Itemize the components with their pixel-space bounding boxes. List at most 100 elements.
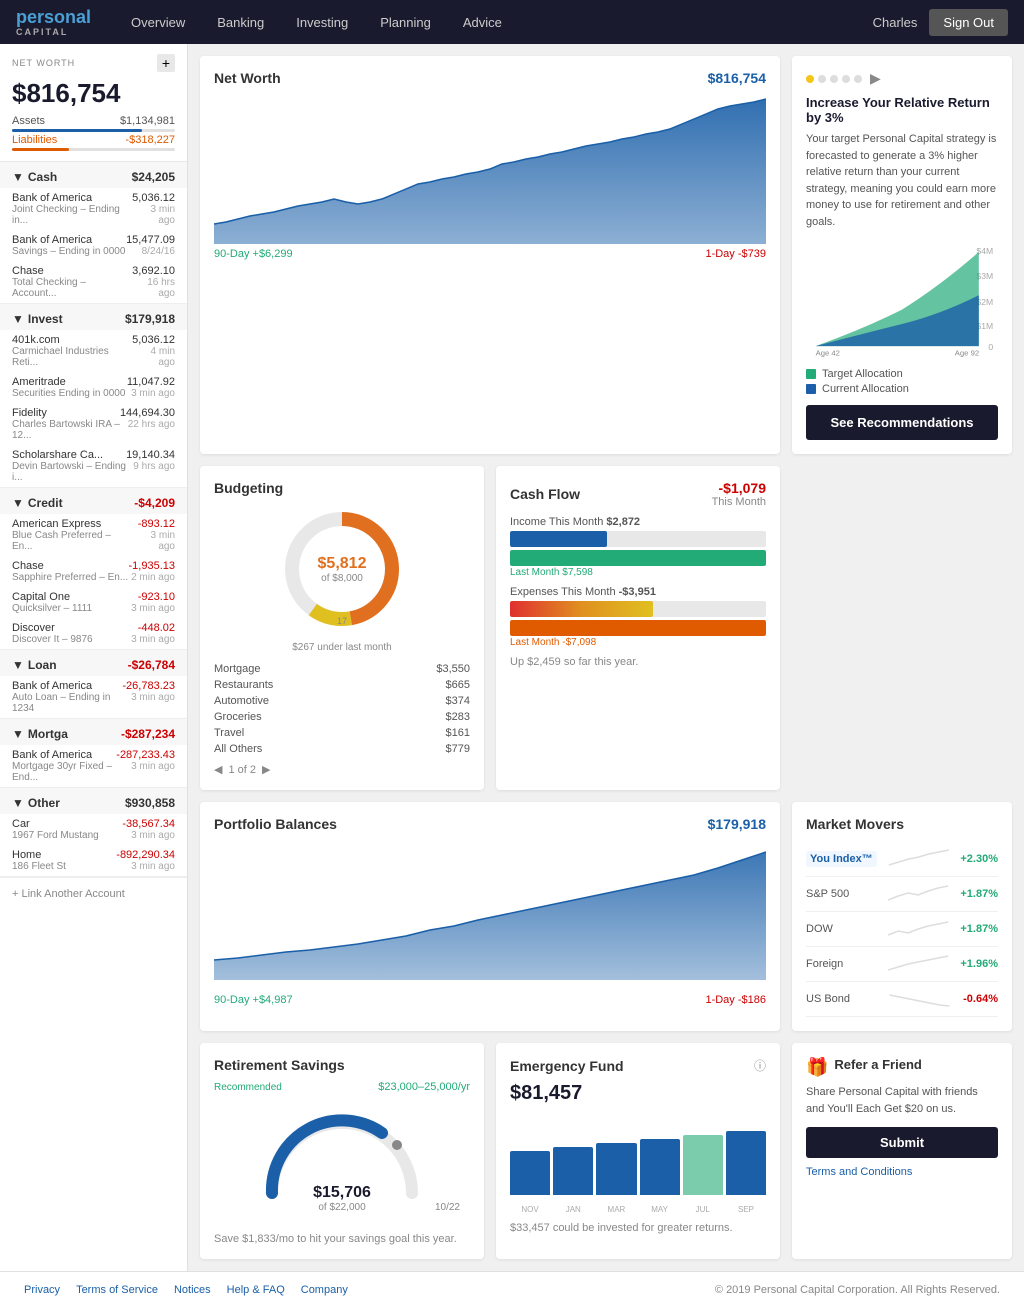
income-bar — [510, 531, 607, 547]
link-account-button[interactable]: + Link Another Account — [0, 877, 187, 910]
invest-header[interactable]: ▼ Invest $179,918 — [0, 304, 187, 330]
signout-button[interactable]: Sign Out — [929, 9, 1008, 36]
sidebar-section-loan: ▼ Loan -$26,784 Bank of AmericaAuto Loan… — [0, 650, 187, 719]
mortgage-header[interactable]: ▼ Mortga -$287,234 — [0, 719, 187, 745]
you-index-label: You Index™ — [806, 851, 877, 867]
market-change-2: +1.87% — [960, 923, 998, 935]
dot-3 — [830, 75, 838, 83]
footer-help[interactable]: Help & FAQ — [227, 1284, 285, 1296]
emergency-note: $33,457 could be invested for greater re… — [510, 1222, 766, 1234]
portfolio-90d: 90-Day +$4,987 — [214, 994, 293, 1006]
cashflow-subtitle: This Month — [712, 496, 766, 508]
ef-bar-jul — [683, 1135, 723, 1195]
donut-area: 17 $5,812 of $8,000 — [214, 504, 470, 634]
dot-5 — [854, 75, 862, 83]
assets-label: Assets — [12, 115, 45, 127]
liab-value: -$318,227 — [125, 134, 175, 146]
svg-text:0: 0 — [988, 342, 993, 352]
other-header[interactable]: ▼ Other $930,858 — [0, 788, 187, 814]
donut-of: of $8,000 — [318, 573, 367, 584]
svg-text:17: 17 — [337, 616, 347, 626]
footer: Privacy Terms of Service Notices Help & … — [0, 1271, 1024, 1308]
account-right: 5,036.12 3 min ago — [132, 192, 175, 226]
sidebar-section-cash: ▼ Cash $24,205 Bank of America Joint Che… — [0, 162, 187, 304]
prev-page[interactable]: ◀ — [214, 763, 222, 776]
loan-header[interactable]: ▼ Loan -$26,784 — [0, 650, 187, 676]
donut-under: $267 under last month — [214, 642, 470, 653]
retirement-card: Retirement Savings Recommended $23,000–2… — [200, 1043, 484, 1259]
svg-text:$4M: $4M — [976, 246, 993, 256]
market-name-1: S&P 500 — [806, 888, 876, 900]
cashflow-ytd: Up $2,459 so far this year. — [510, 656, 766, 668]
emergency-labels: NOV JAN MAR MAY JUL SEP — [510, 1205, 766, 1214]
footer-copy: © 2019 Personal Capital Corporation. All… — [715, 1284, 1000, 1296]
refer-text: Share Personal Capital with friends and … — [806, 1084, 998, 1117]
expense-prev-bar — [510, 620, 766, 636]
account-amount: 5,036.12 — [132, 192, 175, 204]
refer-submit-button[interactable]: Submit — [806, 1127, 998, 1158]
portfolio-1d: 1-Day -$186 — [705, 994, 766, 1006]
next-page[interactable]: ▶ — [262, 763, 270, 776]
market-movers-card: Market Movers You Index™ +2.30% S&P 500 … — [792, 802, 1012, 1031]
market-row-2: DOW +1.87% — [806, 912, 998, 947]
svg-text:$2M: $2M — [976, 297, 993, 307]
nav-advice[interactable]: Advice — [463, 15, 502, 30]
budget-pagination: ◀ 1 of 2 ▶ — [214, 763, 470, 776]
ef-bar-may — [640, 1139, 680, 1195]
market-name-3: Foreign — [806, 958, 876, 970]
dot-arrow[interactable]: ▶ — [870, 70, 881, 87]
navbar: personal CAPITAL Overview Banking Invest… — [0, 0, 1024, 44]
retirement-amount: $15,706 — [313, 1184, 371, 1202]
sidebar-section-cash-header[interactable]: ▼ Cash $24,205 — [0, 162, 187, 188]
refer-card: 🎁 Refer a Friend Share Personal Capital … — [792, 1043, 1012, 1259]
market-name-2: DOW — [806, 923, 876, 935]
assets-row: Assets $1,134,981 — [12, 115, 175, 127]
expense-bar — [510, 601, 653, 617]
liab-label: Liabilities — [12, 134, 57, 146]
svg-text:Age 92: Age 92 — [955, 349, 979, 358]
logo-sub: CAPITAL — [16, 28, 91, 37]
liab-bar — [12, 148, 175, 151]
net-worth-title: Net Worth — [214, 70, 281, 86]
market-change-1: +1.87% — [960, 888, 998, 900]
dot-4 — [842, 75, 850, 83]
footer-privacy[interactable]: Privacy — [24, 1284, 60, 1296]
terms-link[interactable]: Terms and Conditions — [806, 1166, 998, 1178]
svg-text:$1M: $1M — [976, 321, 993, 331]
recommendations-button[interactable]: See Recommendations — [806, 405, 998, 440]
nav-planning[interactable]: Planning — [380, 15, 431, 30]
sidebar-section-mortgage: ▼ Mortga -$287,234 Bank of AmericaMortga… — [0, 719, 187, 788]
sidebar: NET WORTH + $816,754 Assets $1,134,981 L… — [0, 44, 188, 1271]
emergency-bars — [510, 1115, 766, 1195]
add-account-button[interactable]: + — [157, 54, 175, 72]
footer-notices[interactable]: Notices — [174, 1284, 211, 1296]
retirement-date: 10/22 — [435, 1202, 460, 1213]
retirement-gauge: $15,706 of $22,000 10/22 — [214, 1103, 470, 1223]
budgeting-title: Budgeting — [214, 480, 283, 496]
nav-links: Overview Banking Investing Planning Advi… — [131, 15, 873, 30]
footer-tos[interactable]: Terms of Service — [76, 1284, 158, 1296]
dot-2 — [818, 75, 826, 83]
nav-investing[interactable]: Investing — [296, 15, 348, 30]
credit-header[interactable]: ▼ Credit -$4,209 — [0, 488, 187, 514]
market-title: Market Movers — [806, 816, 998, 832]
nav-banking[interactable]: Banking — [217, 15, 264, 30]
emergency-info-icon[interactable]: ⓘ — [754, 1057, 766, 1074]
net-worth-90d: 90-Day +$6,299 — [214, 248, 293, 260]
nav-overview[interactable]: Overview — [131, 15, 185, 30]
svg-text:$3M: $3M — [976, 271, 993, 281]
net-worth-value: $816,754 — [708, 70, 766, 86]
account-sub: Joint Checking – Ending in... — [12, 204, 132, 226]
refer-title: Refer a Friend — [834, 1057, 921, 1072]
user-menu[interactable]: Charles — [873, 15, 918, 30]
market-row-0: You Index™ +2.30% — [806, 842, 998, 877]
footer-company[interactable]: Company — [301, 1284, 348, 1296]
portfolio-value: $179,918 — [708, 816, 766, 832]
ef-bar-sep — [726, 1131, 766, 1195]
retirement-rec-value: $23,000–25,000/yr — [378, 1081, 470, 1093]
cash-account-2: Bank of America Savings – Ending in 0000… — [0, 230, 187, 261]
row2: Budgeting 17 $5,812 of — [200, 466, 1012, 790]
legend-blue — [806, 384, 816, 394]
sidebar-header: NET WORTH + — [0, 44, 187, 76]
market-change-0: +2.30% — [960, 853, 998, 865]
